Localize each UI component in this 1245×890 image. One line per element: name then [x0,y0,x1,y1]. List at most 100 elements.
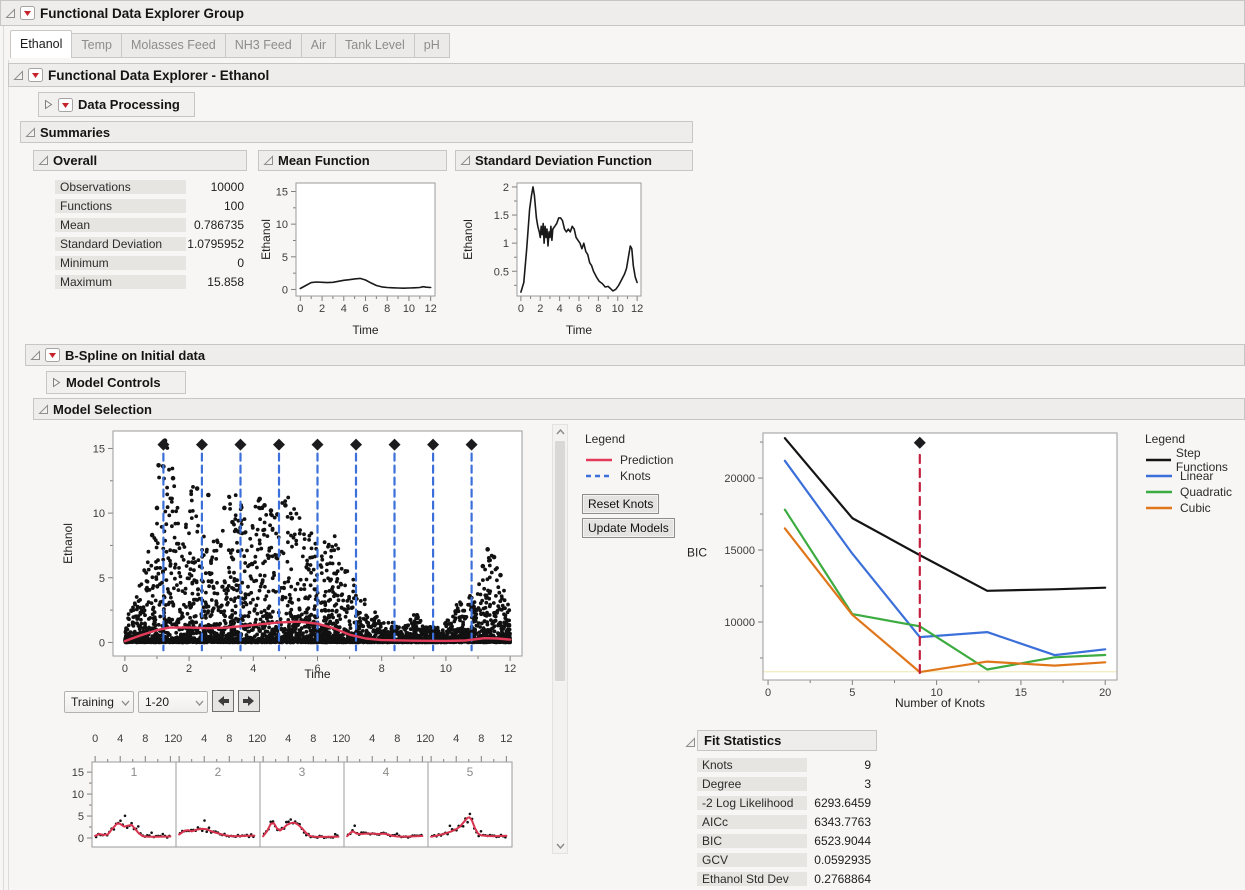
scroll-up-icon[interactable] [553,425,567,439]
model-selection-plot[interactable]: 0 2 4 6 8 10 12051015TimeEthanol [60,425,535,688]
svg-text:10: 10 [440,663,452,675]
svg-text:1: 1 [503,238,509,250]
mean-function-title: Mean Function [278,153,370,168]
fit-statistics-band: Fit Statistics [697,730,877,751]
stat-value: 1.0795952 [187,236,244,251]
table-row: Knots 9 [697,755,874,774]
svg-text:0.5: 0.5 [494,266,509,278]
stat-value: 6343.7763 [814,814,871,829]
red-triangle-menu-icon[interactable] [45,348,60,362]
tab-temp[interactable]: Temp [72,33,122,58]
disclosure-open-icon[interactable] [5,7,16,19]
red-triangle-menu-icon[interactable] [28,68,43,82]
table-row: Mean 0.786735 [55,215,247,234]
disclosure-open-icon[interactable] [38,403,49,415]
overall-band: Overall [33,150,247,171]
disclosure-open-icon[interactable] [30,349,41,361]
svg-text:Ethanol: Ethanol [259,219,273,260]
svg-text:0: 0 [282,284,288,296]
svg-text:15: 15 [276,186,288,198]
disclosure-open-icon[interactable] [38,155,49,166]
outline-guide-line [3,26,4,890]
table-row: Standard Deviation 1.0795952 [55,234,247,253]
legend-entry: Quadratic [1145,484,1245,500]
scrollbar-thumb[interactable] [555,441,565,681]
tab-ethanol[interactable]: Ethanol [10,30,73,58]
function-panels-plot: 0 4 8 12051015 10 4 8 1220 4 8 1230 4 8 1240 4 8 125 [72,733,513,848]
overall-table: Observations 10000 Functions 100 Mean 0.78673… [55,177,247,291]
legend-line-sample [1146,458,1171,462]
model-selection-title: Model Selection [53,401,152,417]
table-row: Minimum 0 [55,253,247,272]
arrow-right-icon [243,696,254,706]
disclosure-open-icon[interactable] [685,735,696,747]
model-selection-band: Model Selection [33,398,1245,420]
disclosure-open-icon[interactable] [460,155,471,166]
svg-text:15: 15 [93,443,105,455]
table-row: BIC 6523.9044 [697,831,874,850]
summaries-title: Summaries [40,124,111,140]
red-triangle-menu-icon[interactable] [20,6,35,20]
function-range-value: 1-20 [145,695,170,709]
stat-label: BIC [697,833,807,848]
stat-value: 0.786735 [193,217,244,232]
stat-value: 0 [237,255,244,270]
svg-text:Time: Time [352,323,379,337]
chevron-down-icon [195,695,204,709]
svg-text:Time: Time [566,323,593,337]
fit-statistics-table: Knots 9 Degree 3 -2 Log Likelihood 6293.6459 A… [697,755,874,888]
tab-air[interactable]: Air [301,33,337,58]
stat-value: 100 [223,198,244,213]
svg-text:4: 4 [250,663,256,675]
previous-page-button[interactable] [212,690,234,712]
svg-text:1.5: 1.5 [494,210,509,222]
disclosure-open-icon[interactable] [25,126,36,138]
table-row: Ethanol Std Dev 0.2768864 [697,869,874,888]
svg-text:2: 2 [503,182,509,194]
red-triangle-menu-icon[interactable] [58,97,73,112]
disclosure-collapsed-icon[interactable] [43,99,54,110]
disclosure-open-icon[interactable] [263,155,274,166]
disclosure-collapsed-icon[interactable] [51,377,62,388]
scroll-down-icon[interactable] [553,839,567,853]
svg-text:12: 12 [631,303,643,315]
stat-value: 3 [864,776,871,791]
legend-line-sample [1146,474,1172,478]
table-row: Observations 10000 [55,177,247,196]
stat-value: 6293.6459 [814,795,871,810]
tab-tank-level[interactable]: Tank Level [336,33,415,58]
stat-label: Degree [697,776,807,791]
training-select[interactable]: Training [64,691,134,713]
table-row: Functions 100 [55,196,247,215]
mean-function-band: Mean Function [258,150,447,171]
disclosure-open-icon[interactable] [13,69,24,81]
svg-text:2: 2 [186,663,192,675]
stat-value: 15.858 [207,274,244,289]
tab-nh3-feed[interactable]: NH3 Feed [225,33,302,58]
svg-text:4: 4 [341,303,347,315]
bic-legend: Legend Step Functions Linear Quadratic Cubi… [1145,432,1245,516]
svg-text:0: 0 [518,303,524,315]
tab-pane-border [8,60,9,890]
svg-text:10: 10 [93,508,105,520]
tab-molasses-feed[interactable]: Molasses Feed [121,33,226,58]
data-processing-title: Data Processing [78,97,180,112]
sd-function-band: Standard Deviation Function [455,150,693,171]
legend-label: Cubic [1180,501,1211,515]
svg-text:5: 5 [282,252,288,264]
stat-label: Mean [55,217,186,232]
table-row: AICc 6343.7763 [697,812,874,831]
table-row: -2 Log Likelihood 6293.6459 [697,793,874,812]
svg-text:4: 4 [557,303,563,315]
vertical-scrollbar[interactable] [552,424,568,854]
legend-line-sample [1146,490,1172,494]
sd-function-plot: 0 2 4 6 8 10 12 0.5 1 1.5 2 Time Ethanol [461,182,643,337]
stat-value: 10000 [210,179,244,194]
function-range-select[interactable]: 1-20 [138,691,208,713]
stat-label: AICc [697,814,807,829]
stat-label: Ethanol Std Dev [697,871,807,886]
tab-ph[interactable]: pH [414,33,450,58]
svg-text:0: 0 [122,663,128,675]
bic-plot: 0 5 10 15 20100001500020000Number of KnotsBI… [687,432,1118,710]
next-page-button[interactable] [238,690,260,712]
